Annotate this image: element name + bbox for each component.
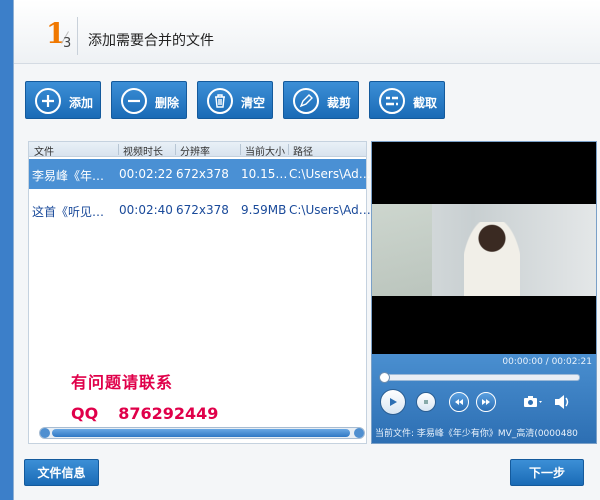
scroll-right-icon[interactable] xyxy=(354,428,364,438)
toolbar: 添加 删除 清空 裁剪 截取 xyxy=(14,81,600,119)
play-button[interactable] xyxy=(380,389,406,415)
video-player: 00:00:00 / 00:02:21 当前文件: 李易峰《年少有你》MV_高清… xyxy=(371,141,597,444)
contact-notice: 有问题请联系 xyxy=(71,373,174,392)
trash-icon xyxy=(207,88,233,114)
camera-icon xyxy=(524,396,542,407)
segments-icon xyxy=(379,88,405,114)
file-info-button[interactable]: 文件信息 xyxy=(24,459,99,486)
cell-file: 这首《听见… xyxy=(32,205,105,219)
column-header-resolution[interactable]: 分辨率 xyxy=(180,143,210,158)
file-list[interactable]: 文件 视频时长 分辨率 当前大小 路径 李易峰《年… 00:02:22 672x… xyxy=(28,141,371,444)
video-frame-background xyxy=(372,204,432,296)
seek-bar[interactable] xyxy=(379,372,580,383)
contact-qq: QQ 876292449 xyxy=(71,404,218,423)
wizard-header: 1 3 添加需要合并的文件 xyxy=(14,0,600,64)
scroll-left-icon[interactable] xyxy=(40,428,50,438)
step-indicator: 1 3 xyxy=(30,17,78,55)
table-row[interactable]: 这首《听见… 00:02:40 672x378 9.59MB C:\Users\… xyxy=(29,195,371,225)
clear-button[interactable]: 清空 xyxy=(197,81,273,119)
forward-button[interactable] xyxy=(476,392,496,412)
cell-size: 10.15… xyxy=(241,167,288,181)
next-step-button[interactable]: 下一步 xyxy=(510,459,584,486)
minus-icon xyxy=(121,88,147,114)
table-row[interactable]: 李易峰《年… 00:02:22 672x378 10.15… C:\Users\… xyxy=(29,159,371,189)
stop-icon xyxy=(424,400,428,404)
add-button[interactable]: 添加 xyxy=(25,81,101,119)
camera-dropdown-button[interactable] xyxy=(523,394,545,410)
cell-file: 李易峰《年… xyxy=(32,169,105,183)
cell-duration: 00:02:22 xyxy=(119,167,173,181)
playback-time: 00:00:00 / 00:02:21 xyxy=(502,357,592,367)
cell-size: 9.59MB xyxy=(241,203,287,217)
pen-icon xyxy=(293,88,319,114)
seek-knob[interactable] xyxy=(379,372,390,383)
capture-button-label: 截取 xyxy=(413,96,438,110)
file-list-header: 文件 视频时长 分辨率 当前大小 路径 xyxy=(29,142,366,158)
step-total: 3 xyxy=(63,36,72,51)
play-icon xyxy=(390,398,397,406)
speaker-icon xyxy=(555,395,569,409)
stop-button[interactable] xyxy=(416,392,436,412)
column-header-file[interactable]: 文件 xyxy=(34,143,54,158)
cell-path: C:\Users\Ad… xyxy=(289,167,371,181)
column-header-size[interactable]: 当前大小 xyxy=(245,143,285,158)
add-button-label: 添加 xyxy=(69,96,94,110)
video-preview[interactable] xyxy=(372,204,596,296)
column-header-path[interactable]: 路径 xyxy=(293,143,313,158)
player-controls: 00:00:00 / 00:02:21 当前文件: 李易峰《年少有你》MV_高清… xyxy=(372,354,596,443)
delete-button[interactable]: 删除 xyxy=(111,81,187,119)
current-file-label: 当前文件: 李易峰《年少有你》MV_高清(0000480 xyxy=(375,429,578,439)
trim-button-label: 裁剪 xyxy=(327,96,352,110)
cell-path: C:\Users\Ad… xyxy=(289,203,371,217)
horizontal-scrollbar[interactable] xyxy=(39,427,365,439)
main-window: 1 3 添加需要合并的文件 添加 删除 清空 裁剪 截取 文件 视频时长 分辨率… xyxy=(13,0,600,500)
trim-button[interactable]: 裁剪 xyxy=(283,81,359,119)
capture-button[interactable]: 截取 xyxy=(369,81,445,119)
column-header-duration[interactable]: 视频时长 xyxy=(123,143,163,158)
cell-resolution: 672x378 xyxy=(176,167,229,181)
cell-duration: 00:02:40 xyxy=(119,203,173,217)
rewind-button[interactable] xyxy=(449,392,469,412)
page-title: 添加需要合并的文件 xyxy=(88,33,214,49)
rewind-icon xyxy=(455,399,463,405)
plus-icon xyxy=(35,88,61,114)
clear-button-label: 清空 xyxy=(241,96,266,110)
qq-number: 876292449 xyxy=(118,404,219,423)
forward-icon xyxy=(482,399,490,405)
scrollbar-thumb[interactable] xyxy=(52,429,350,437)
delete-button-label: 删除 xyxy=(155,96,180,110)
qq-label: QQ xyxy=(71,404,99,423)
cell-resolution: 672x378 xyxy=(176,203,229,217)
video-frame-person xyxy=(464,222,520,296)
volume-button[interactable] xyxy=(554,394,572,410)
